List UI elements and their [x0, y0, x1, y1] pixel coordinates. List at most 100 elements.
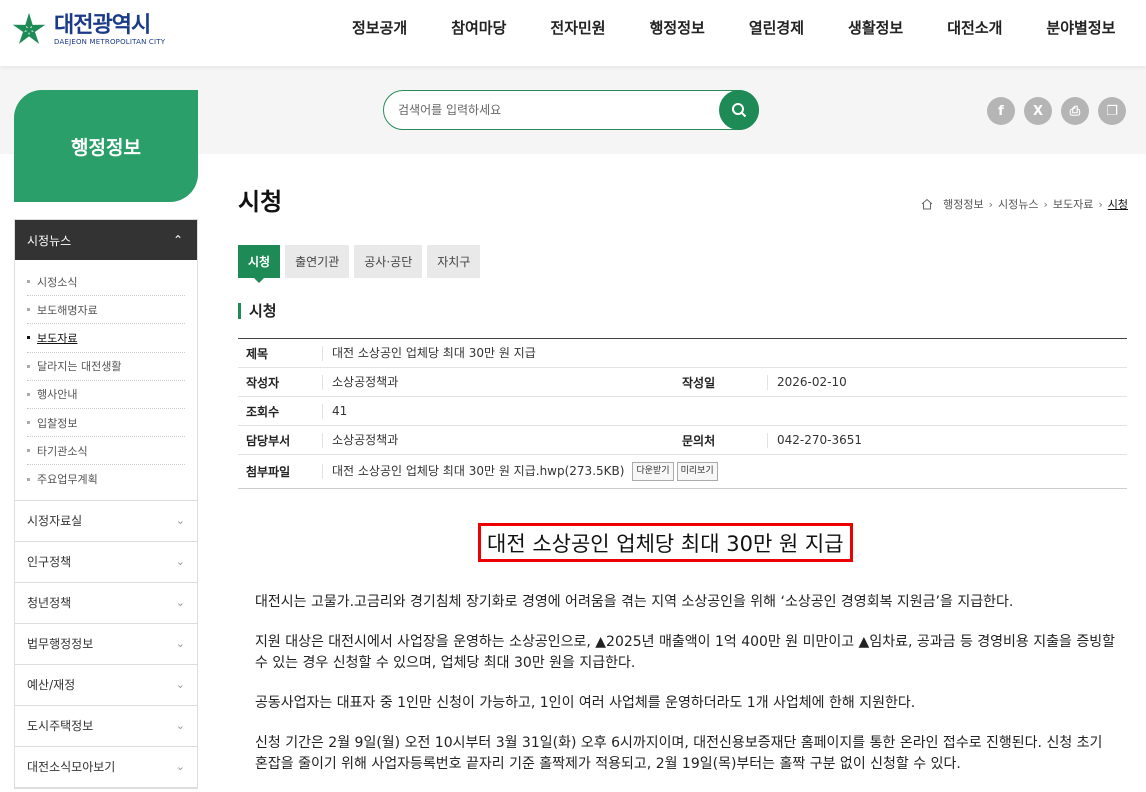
submenu-label: 입찰정보 — [37, 416, 78, 430]
nav-item-field-info[interactable]: 분야별정보 — [1024, 0, 1137, 58]
submenu-label: 보도자료 — [37, 331, 78, 345]
bullet-icon — [27, 308, 30, 312]
submenu-label: 보도해명자료 — [37, 303, 98, 317]
sidebar-item-label: 도시주택정보 — [27, 719, 94, 733]
section-title: 시청 — [238, 303, 277, 319]
sidebar-item-legal[interactable]: 법무행정정보 ⌄ — [15, 624, 197, 665]
sidebar-item-housing[interactable]: 도시주택정보 ⌄ — [15, 706, 197, 747]
subject-value: 대전 소상공인 업체당 최대 30만 원 지급 — [322, 345, 536, 361]
table-row: 담당부서 소상공정책과 문의처 042-270-3651 — [238, 426, 1127, 455]
download-button[interactable]: 다운받기 — [632, 462, 674, 481]
nav-item-admin-info[interactable]: 행정정보 — [628, 0, 727, 58]
article-title: 대전 소상공인 업체당 최대 30만 원 지급 — [478, 523, 853, 562]
submenu-label: 시정소식 — [37, 275, 78, 289]
x-twitter-icon[interactable]: X — [1024, 97, 1052, 125]
breadcrumb-separator-icon: › — [1098, 197, 1103, 211]
sidebar-item-label: 시정뉴스 — [27, 233, 72, 248]
breadcrumb-current[interactable]: 시청 — [1108, 196, 1128, 212]
category-tabs: 시청 출연기관 공사·공단 자치구 — [238, 245, 485, 283]
submenu-item-events[interactable]: 행사안내 — [27, 381, 185, 409]
bullet-icon — [27, 364, 30, 368]
submenu-item-changing-life[interactable]: 달라지는 대전생활 — [27, 353, 185, 381]
nav-item-participation[interactable]: 참여마당 — [429, 0, 528, 58]
breadcrumb-item[interactable]: 행정정보 — [943, 196, 983, 212]
search-bar — [383, 90, 759, 130]
facebook-icon[interactable]: f — [987, 97, 1015, 125]
main-navigation: 정보공개 참여마당 전자민원 행정정보 열린경제 생활정보 대전소개 분야별정보 — [330, 0, 1137, 58]
nav-item-e-petition[interactable]: 전자민원 — [528, 0, 627, 58]
chevron-down-icon: ⌄ — [175, 596, 185, 609]
submenu-item-clarifications[interactable]: 보도해명자료 — [27, 296, 185, 325]
page-title: 시청 — [238, 188, 283, 216]
chevron-down-icon: ⌄ — [175, 514, 185, 527]
views-label: 조회수 — [246, 404, 280, 419]
print-icon[interactable]: ⎙ — [1061, 97, 1089, 125]
submenu-item-bids[interactable]: 입찰정보 — [27, 409, 185, 438]
sidebar-item-budget[interactable]: 예산/재정 ⌄ — [15, 665, 197, 706]
breadcrumb-separator-icon: › — [1043, 197, 1048, 211]
breadcrumb: 행정정보 › 시정뉴스 › 보도자료 › 시청 — [921, 196, 1128, 212]
submenu-item-other-agencies[interactable]: 타기관소식 — [27, 437, 185, 466]
bookmark-icon[interactable]: ❐ — [1098, 97, 1126, 125]
search-input[interactable] — [398, 100, 718, 120]
sidebar-item-label: 예산/재정 — [27, 678, 76, 692]
nav-item-info-disclosure[interactable]: 정보공개 — [330, 0, 429, 58]
author-value: 소상공정책과 — [322, 374, 682, 390]
site-header: 대전광역시 DAEJEON METROPOLITAN CITY 정보공개 참여마… — [0, 0, 1146, 66]
attachment-cell: 대전 소상공인 업체당 최대 30만 원 지급.hwp(273.5KB) 다운받… — [322, 462, 718, 481]
attachment-label: 첨부파일 — [246, 465, 291, 479]
search-button[interactable] — [719, 90, 759, 130]
logo-english-text: DAEJEON METROPOLITAN CITY — [54, 38, 166, 46]
submenu-item-city-news[interactable]: 시정소식 — [27, 268, 185, 297]
subject-label: 제목 — [246, 346, 269, 361]
contact-value: 042-270-3651 — [767, 432, 862, 448]
article-paragraph: 공동사업자는 대표자 중 1인만 신청이 가능하고, 1인이 여러 사업체를 운… — [255, 695, 916, 711]
sidebar-item-youth[interactable]: 청년정책 ⌄ — [15, 583, 197, 624]
author-label: 작성자 — [246, 375, 280, 390]
table-row: 제목 대전 소상공인 업체당 최대 30만 원 지급 — [238, 339, 1127, 368]
nav-item-about-daejeon[interactable]: 대전소개 — [925, 0, 1024, 58]
article-paragraph: 지원 대상은 대전시에서 사업장을 운영하는 소상공인으로, ▲2025년 매출… — [255, 634, 1115, 671]
chevron-down-icon: ⌄ — [175, 555, 185, 568]
breadcrumb-item[interactable]: 보도자료 — [1053, 196, 1093, 212]
sidebar-item-city-news[interactable]: 시정뉴스 ⌃ — [15, 220, 197, 260]
sidebar-item-archive[interactable]: 시정자료실 ⌄ — [15, 501, 197, 542]
submenu-item-press-releases[interactable]: 보도자료 — [27, 324, 185, 353]
tab-public-corporations[interactable]: 공사·공단 — [354, 245, 423, 278]
attachment-filename[interactable]: 대전 소상공인 업체당 최대 30만 원 지급.hwp(273.5KB) — [332, 464, 624, 479]
bullet-icon — [27, 477, 30, 481]
article-body: 대전시는 고물가.고금리와 경기침체 장기화로 경영에 어려움을 겪는 지역 소… — [255, 592, 1117, 792]
views-value: 41 — [322, 403, 347, 419]
tab-city-hall[interactable]: 시청 — [238, 245, 281, 283]
table-row: 첨부파일 대전 소상공인 업체당 최대 30만 원 지급.hwp(273.5KB… — [238, 455, 1127, 489]
article-paragraph: 대전시는 고물가.고금리와 경기침체 장기화로 경영에 어려움을 겪는 지역 소… — [255, 594, 1014, 610]
breadcrumb-item[interactable]: 시정뉴스 — [998, 196, 1038, 212]
submenu-label: 타기관소식 — [37, 444, 88, 458]
sidebar-submenu: 시정소식 보도해명자료 보도자료 달라지는 대전생활 행사안내 입찰정보 타기관… — [15, 260, 197, 501]
submenu-item-work-plans[interactable]: 주요업무계획 — [27, 465, 185, 493]
sidebar-item-population[interactable]: 인구정책 ⌄ — [15, 542, 197, 583]
date-value: 2026-02-10 — [767, 374, 847, 390]
bullet-icon — [27, 449, 30, 453]
site-logo[interactable]: 대전광역시 DAEJEON METROPOLITAN CITY — [10, 8, 165, 52]
nav-item-open-economy[interactable]: 열린경제 — [727, 0, 826, 58]
submenu-label: 행사안내 — [37, 388, 78, 402]
breadcrumb-separator-icon: › — [988, 197, 993, 211]
chevron-down-icon: ⌄ — [175, 760, 185, 773]
article-paragraph: 신청 기간은 2월 9일(월) 오전 10시부터 3월 31일(화) 오후 6시… — [255, 735, 1103, 772]
tab-affiliated-agencies[interactable]: 출연기관 — [285, 245, 350, 278]
sidebar-item-label: 법무행정정보 — [27, 637, 94, 651]
sidebar: 행정정보 시정뉴스 ⌃ 시정소식 보도해명자료 보도자료 달라지는 대전생활 행… — [14, 90, 198, 789]
tab-districts[interactable]: 자치구 — [427, 245, 481, 278]
nav-item-living-info[interactable]: 생활정보 — [826, 0, 925, 58]
home-icon[interactable] — [921, 198, 933, 210]
bullet-icon — [27, 392, 30, 396]
chevron-down-icon: ⌄ — [175, 678, 185, 691]
preview-button[interactable]: 미리보기 — [676, 462, 718, 481]
chevron-up-icon: ⌃ — [172, 233, 183, 247]
post-info-table: 제목 대전 소상공인 업체당 최대 30만 원 지급 작성자 소상공정책과 작성… — [238, 338, 1127, 489]
logo-korean-text: 대전광역시 — [54, 13, 151, 38]
table-row: 작성자 소상공정책과 작성일 2026-02-10 — [238, 368, 1127, 397]
sidebar-item-news-collection[interactable]: 대전소식모아보기 ⌄ — [15, 747, 197, 788]
chevron-down-icon: ⌄ — [175, 719, 185, 732]
